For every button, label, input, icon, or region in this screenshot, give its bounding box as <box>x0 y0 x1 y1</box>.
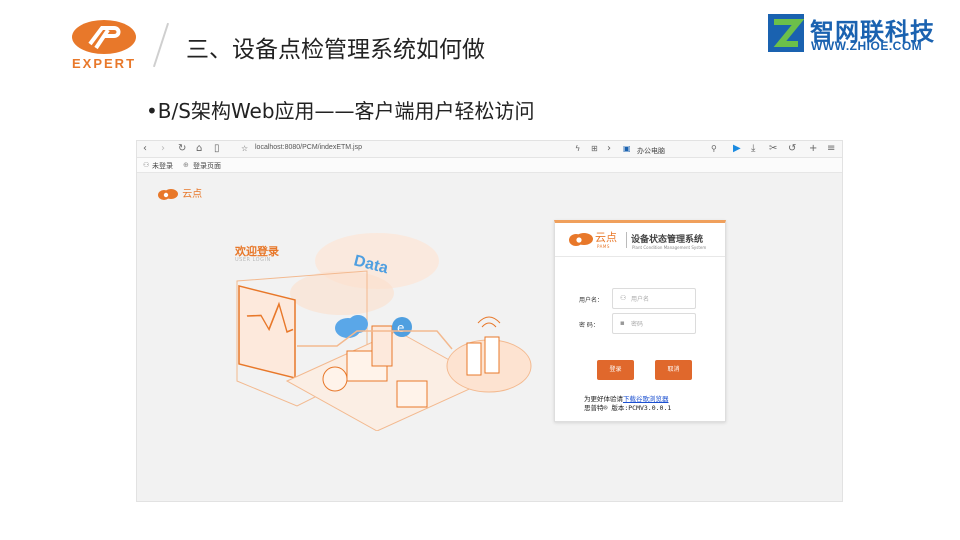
password-field[interactable]: ▪ <box>612 313 696 334</box>
bookmark-login-page[interactable]: 登录页面 <box>193 161 221 171</box>
cancel-button[interactable]: 取消 <box>655 360 692 380</box>
cloud-icon <box>158 189 178 200</box>
profile-icon[interactable]: ▣ <box>623 143 631 155</box>
refresh-icon[interactable]: ↻ <box>178 143 186 155</box>
card-brand: 云点 <box>595 231 617 244</box>
cloud-logo-icon <box>569 233 593 246</box>
menu-icon[interactable]: ≡ <box>827 143 835 155</box>
version-text: 思普特® 版本:PCMV3.0.0.1 <box>584 404 672 412</box>
title-divider <box>152 22 170 68</box>
page-logo-text: 云点 <box>182 189 203 200</box>
factory-illustration: Data e <box>236 233 532 431</box>
profile-label[interactable]: 办公电脑 <box>637 145 665 157</box>
password-label: 密 码： <box>579 322 599 329</box>
reader-icon[interactable]: ▯ <box>214 143 220 155</box>
system-subtitle: Plant Condition Management System <box>632 245 707 250</box>
zhioe-logo: 智网联科技 WWW.ZHIOE.COM <box>768 14 948 58</box>
zhioe-logo-mark <box>768 14 804 52</box>
browser-toolbar: ‹ › ↻ ⌂ ▯ ☆ localhost:8080/PCM/indexETM.… <box>137 141 842 158</box>
password-input[interactable] <box>631 317 693 331</box>
search-icon[interactable]: ⚲ <box>711 143 717 155</box>
username-input[interactable] <box>631 292 693 306</box>
grid-icon[interactable]: ⊞ <box>591 143 598 155</box>
globe-icon: ⊕ <box>183 161 189 169</box>
flash-icon[interactable]: ϟ <box>575 143 580 155</box>
card-brand-sub: PAMS <box>597 244 610 249</box>
expert-logo-text: EXPERT <box>72 56 137 71</box>
lock-icon: ▪ <box>620 319 625 327</box>
login-button[interactable]: 登录 <box>597 360 634 380</box>
undo-icon[interactable]: ↺ <box>788 143 796 155</box>
plus-icon[interactable]: + <box>809 143 817 155</box>
bookmark-not-logged-in[interactable]: 未登录 <box>152 161 173 171</box>
user-icon: ⚇ <box>143 161 150 169</box>
page-logo: 云点 <box>157 185 202 200</box>
user-icon: ⚇ <box>620 294 627 302</box>
home-icon[interactable]: ⌂ <box>196 143 202 155</box>
login-page: 云点 欢迎登录 USER LOGIN Data e 云点 PAMS 设备状态管理… <box>137 173 842 501</box>
back-icon[interactable]: ‹ <box>143 143 147 155</box>
play-icon[interactable]: ▶ <box>733 143 741 155</box>
slide-title: 三、设备点检管理系统如何做 <box>186 37 485 63</box>
download-icon[interactable]: ⤓ <box>751 143 755 155</box>
expert-logo: EXPERT <box>68 18 148 72</box>
login-card: 云点 PAMS 设备状态管理系统 Plant Condition Managem… <box>554 220 726 422</box>
forward-icon[interactable]: › <box>161 143 165 155</box>
cut-icon[interactable]: ✂ <box>769 143 777 155</box>
slide-bullet: •B/S架构Web应用——客户端用户轻松访问 <box>146 99 535 123</box>
chevron-right-icon[interactable]: › <box>607 143 611 155</box>
star-icon[interactable]: ☆ <box>241 143 248 155</box>
system-title: 设备状态管理系统 <box>631 235 704 245</box>
bookmarks-bar: ⚇ 未登录 ⊕ 登录页面 <box>137 158 842 173</box>
expert-logo-mark <box>72 20 136 54</box>
username-field[interactable]: ⚇ <box>612 288 696 309</box>
svg-text:e: e <box>397 321 404 335</box>
login-card-header: 云点 PAMS 设备状态管理系统 Plant Condition Managem… <box>555 223 725 257</box>
zhioe-logo-url: WWW.ZHIOE.COM <box>811 39 923 53</box>
card-header-divider <box>626 232 627 248</box>
username-label: 用户名： <box>579 297 604 304</box>
browser-window: ‹ › ↻ ⌂ ▯ ☆ localhost:8080/PCM/indexETM.… <box>136 140 843 502</box>
address-bar[interactable]: localhost:8080/PCM/indexETM.jsp <box>255 144 362 151</box>
